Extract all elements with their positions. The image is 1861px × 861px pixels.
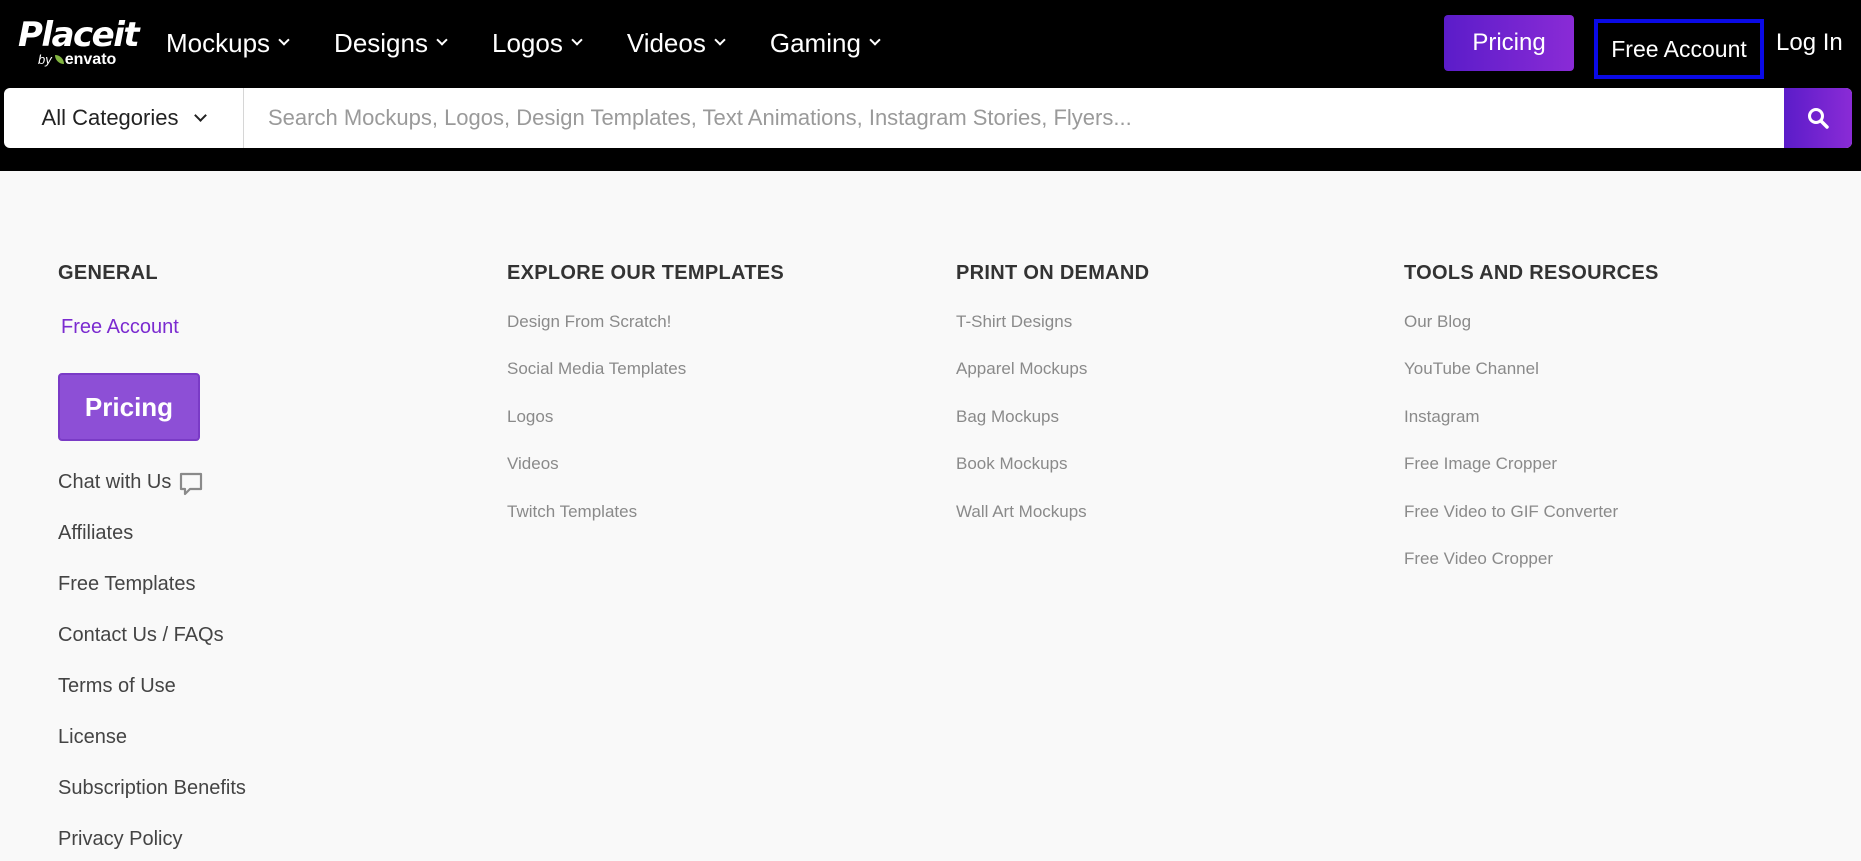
logo-brand: envato — [64, 51, 117, 68]
nav-designs[interactable]: Designs — [334, 24, 448, 62]
footer-link-privacy[interactable]: Privacy Policy — [58, 828, 182, 851]
footer-link-affiliates[interactable]: Affiliates — [58, 522, 133, 545]
nav-gaming[interactable]: Gaming — [769, 24, 881, 62]
nav-label: Videos — [626, 27, 706, 58]
footer-link-instagram[interactable]: Instagram — [1404, 407, 1480, 427]
footer-col-explore: EXPLORE OUR TEMPLATES Design From Scratc… — [507, 262, 785, 521]
footer-link-wall-art[interactable]: Wall Art Mockups — [956, 502, 1087, 522]
chat-bubble-icon[interactable] — [178, 471, 204, 497]
footer-link-subscription[interactable]: Subscription Benefits — [58, 777, 246, 800]
footer-link-video-cropper[interactable]: Free Video Cropper — [1404, 549, 1553, 569]
category-label: All Categories — [41, 105, 179, 130]
footer-link-blog[interactable]: Our Blog — [1404, 312, 1471, 332]
explore-heading: EXPLORE OUR TEMPLATES — [507, 262, 785, 284]
envato-leaf-icon — [54, 55, 64, 64]
print-heading: PRINT ON DEMAND — [956, 262, 1150, 284]
footer-link-gif-converter[interactable]: Free Video to GIF Converter — [1404, 502, 1618, 522]
chevron-down-icon — [571, 34, 583, 46]
general-heading: GENERAL — [58, 262, 158, 284]
footer-link-license[interactable]: License — [58, 726, 127, 749]
category-dropdown[interactable]: All Categories — [4, 88, 244, 148]
footer-link-logos[interactable]: Logos — [507, 407, 553, 427]
search-bar: All Categories — [4, 88, 1852, 148]
footer-link-design-scratch[interactable]: Design From Scratch! — [507, 312, 671, 332]
nav-label: Logos — [491, 27, 563, 58]
footer-col-tools: TOOLS AND RESOURCES Our Blog YouTube Cha… — [1404, 262, 1659, 568]
chevron-down-icon — [436, 34, 448, 46]
chat-with-us-link[interactable]: Chat with Us — [58, 471, 171, 494]
footer-link-twitch[interactable]: Twitch Templates — [507, 502, 637, 522]
footer-link-contact[interactable]: Contact Us / FAQs — [58, 624, 224, 647]
nav-videos[interactable]: Videos — [626, 24, 726, 62]
logo-wordmark: Placeit — [18, 15, 140, 55]
nav-mockups[interactable]: Mockups — [166, 24, 290, 62]
footer-link-youtube[interactable]: YouTube Channel — [1404, 359, 1539, 379]
footer-link-tshirt[interactable]: T-Shirt Designs — [956, 312, 1072, 332]
footer-link-bag[interactable]: Bag Mockups — [956, 407, 1059, 427]
footer-link-apparel[interactable]: Apparel Mockups — [956, 359, 1087, 379]
top-header: Placeit by envato Mockups Designs Logos V… — [0, 0, 1861, 171]
footer-link-social-media[interactable]: Social Media Templates — [507, 359, 686, 379]
chevron-down-icon — [869, 34, 881, 46]
footer-link-videos[interactable]: Videos — [507, 454, 559, 474]
login-link[interactable]: Log In — [1776, 26, 1843, 60]
footer-col-general: GENERAL — [58, 262, 158, 288]
footer-free-account-link[interactable]: Free Account — [61, 316, 179, 339]
chevron-down-icon — [278, 34, 290, 46]
logo-by: by — [38, 52, 52, 67]
nav-label: Gaming — [769, 27, 861, 58]
search-button[interactable] — [1784, 88, 1852, 148]
pricing-button[interactable]: Pricing — [1444, 15, 1574, 71]
footer-link-terms[interactable]: Terms of Use — [58, 675, 176, 698]
main-nav: Mockups Designs Logos Videos Gaming — [166, 24, 925, 62]
search-input[interactable] — [244, 88, 1784, 148]
footer-link-free-templates[interactable]: Free Templates — [58, 573, 195, 596]
footer-pricing-button[interactable]: Pricing — [58, 373, 200, 441]
nav-label: Designs — [334, 27, 428, 58]
search-icon — [1808, 108, 1829, 129]
placeit-logo[interactable]: Placeit by envato — [18, 15, 140, 68]
footer-link-image-cropper[interactable]: Free Image Cropper — [1404, 454, 1557, 474]
tools-heading: TOOLS AND RESOURCES — [1404, 262, 1659, 284]
chevron-down-icon — [714, 34, 726, 46]
footer-col-print: PRINT ON DEMAND T-Shirt Designs Apparel … — [956, 262, 1150, 521]
free-account-button[interactable]: Free Account — [1594, 19, 1764, 79]
nav-logos[interactable]: Logos — [491, 24, 583, 62]
footer-link-book[interactable]: Book Mockups — [956, 454, 1068, 474]
nav-label: Mockups — [166, 27, 271, 58]
chevron-down-icon — [194, 108, 208, 122]
